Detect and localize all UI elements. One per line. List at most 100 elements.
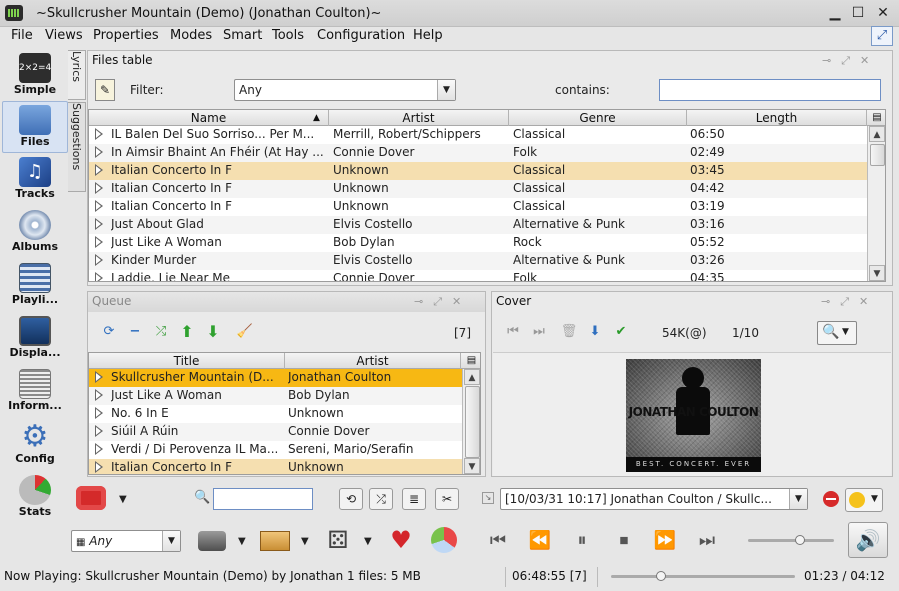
close-icon[interactable]: ✕ bbox=[859, 295, 878, 308]
repeat-button[interactable]: ⟲ bbox=[339, 488, 363, 510]
catalog-button[interactable] bbox=[258, 525, 292, 555]
minimize-button[interactable]: ▁ bbox=[826, 4, 844, 22]
menu-configuration[interactable]: Configuration bbox=[317, 28, 405, 43]
shuffle-button[interactable]: ⤮ bbox=[369, 488, 393, 510]
cover-save-button[interactable]: ⬇ bbox=[584, 322, 606, 342]
cover-next-button[interactable]: ⏭ bbox=[528, 322, 550, 342]
player-button[interactable] bbox=[195, 525, 229, 555]
pin-icon[interactable]: ⊸ bbox=[414, 295, 433, 308]
sidebar-item-information[interactable]: Inform... bbox=[2, 366, 68, 418]
queue-row[interactable]: No. 6 In E Unknown bbox=[89, 405, 462, 423]
menu-modes[interactable]: Modes bbox=[170, 28, 212, 43]
column-header-title[interactable]: Title bbox=[89, 353, 285, 369]
stats-button[interactable] bbox=[427, 525, 461, 555]
queue-move-up-button[interactable]: ⬆ bbox=[176, 322, 198, 342]
queue-scrollbar[interactable]: ▲ ▼ bbox=[462, 369, 480, 474]
close-icon[interactable]: ✕ bbox=[452, 295, 471, 308]
sidebar-item-playlists[interactable]: Playli... bbox=[2, 260, 68, 312]
column-chooser-button[interactable]: ▤ bbox=[867, 110, 885, 126]
queue-row[interactable]: Just Like A Woman Bob Dylan bbox=[89, 387, 462, 405]
catalog-dropdown[interactable]: ▼ bbox=[301, 536, 309, 547]
cover-previous-button[interactable]: ⏮ bbox=[502, 322, 524, 342]
scroll-up-button[interactable]: ▲ bbox=[464, 369, 480, 385]
mood-button[interactable]: ▼ bbox=[845, 488, 883, 512]
seek-handle[interactable] bbox=[655, 571, 666, 581]
volume-button[interactable]: 🔊 bbox=[848, 522, 888, 558]
queue-row[interactable]: Skullcrusher Mountain (D... Jonathan Coul… bbox=[89, 369, 462, 387]
previous-track-button[interactable]: ⏮ bbox=[483, 527, 513, 555]
menu-views[interactable]: Views bbox=[45, 28, 83, 43]
scroll-thumb[interactable] bbox=[465, 386, 480, 458]
close-icon[interactable]: ✕ bbox=[860, 54, 879, 67]
menu-help[interactable]: Help bbox=[413, 28, 443, 43]
dj-button[interactable]: ⚄ bbox=[321, 525, 355, 555]
float-icon[interactable]: ⤢ bbox=[433, 295, 452, 308]
pin-icon[interactable]: ⊸ bbox=[822, 54, 841, 67]
cover-accept-button[interactable]: ✔ bbox=[610, 322, 632, 342]
column-header-artist[interactable]: Artist bbox=[285, 353, 461, 369]
sidebar-item-stats[interactable]: Stats bbox=[2, 472, 68, 524]
tab-suggestions[interactable]: Suggestions bbox=[68, 102, 86, 192]
table-row[interactable]: Just About Glad Elvis Costello Alternative… bbox=[89, 216, 867, 234]
menu-smart[interactable]: Smart bbox=[223, 28, 262, 43]
sidebar-item-config[interactable]: ⚙ Config bbox=[2, 419, 68, 471]
float-icon[interactable]: ⤢ bbox=[840, 295, 859, 308]
queue-clear-button[interactable]: 🧹 bbox=[234, 322, 256, 342]
scroll-up-button[interactable]: ▲ bbox=[869, 126, 885, 142]
pause-button[interactable]: ⏸ bbox=[567, 527, 597, 555]
player-dropdown[interactable]: ▼ bbox=[238, 536, 246, 547]
volume-slider[interactable] bbox=[748, 535, 834, 545]
cover-search-button[interactable]: 🔍 ▼ bbox=[817, 321, 857, 345]
float-icon[interactable]: ⤢ bbox=[841, 54, 860, 67]
sidebar-item-albums[interactable]: Albums bbox=[2, 207, 68, 259]
bookmarks-button[interactable]: ♥ bbox=[384, 525, 418, 555]
sidebar-item-simple[interactable]: 2×2=4 Simple bbox=[2, 50, 68, 102]
files-scrollbar[interactable]: ▲ ▼ bbox=[867, 126, 885, 281]
webradio-dropdown[interactable]: ▼ bbox=[119, 494, 127, 505]
rewind-button[interactable]: ⏪ bbox=[525, 527, 555, 555]
table-row[interactable]: Kinder Murder Elvis Costello Alternative &… bbox=[89, 252, 867, 270]
table-row[interactable]: IL Balen Del Suo Sorriso... Per M... Merr… bbox=[89, 126, 867, 144]
fast-forward-button[interactable]: ⏩ bbox=[650, 527, 680, 555]
table-row[interactable]: Italian Concerto In F Unknown Classical 03:… bbox=[89, 198, 867, 216]
column-header-length[interactable]: Length bbox=[687, 110, 867, 126]
column-header-name[interactable]: Name ▲ bbox=[89, 110, 329, 126]
maximize-button[interactable]: ☐ bbox=[849, 4, 867, 22]
queue-refresh-button[interactable]: ⟳ bbox=[98, 322, 120, 342]
queue-remove-button[interactable]: − bbox=[124, 322, 146, 342]
seek-slider[interactable] bbox=[611, 571, 795, 581]
ambience-select[interactable]: ▦ Any ▼ bbox=[71, 530, 181, 552]
menu-tools[interactable]: Tools bbox=[272, 28, 304, 43]
queue-row[interactable]: Siúil A Rúin Connie Dover bbox=[89, 423, 462, 441]
table-row[interactable]: Italian Concerto In F Unknown Classical 04:… bbox=[89, 180, 867, 198]
next-track-button[interactable]: ⏭ bbox=[692, 527, 722, 555]
scroll-down-button[interactable]: ▼ bbox=[464, 458, 480, 474]
queue-row[interactable]: Italian Concerto In F Unknown bbox=[89, 459, 462, 474]
intro-button[interactable]: ✂ bbox=[435, 488, 459, 510]
tab-lyrics[interactable]: Lyrics bbox=[68, 50, 86, 100]
table-row[interactable]: Laddie, Lie Near Me Connie Dover Folk 04:35 bbox=[89, 270, 867, 281]
stop-after-button[interactable] bbox=[823, 491, 839, 507]
sidebar-item-tracks[interactable]: ♫ Tracks bbox=[2, 154, 68, 206]
stop-button[interactable]: ⏹ bbox=[609, 527, 639, 555]
cover-delete-button[interactable]: 🗑 bbox=[558, 322, 580, 342]
close-button[interactable]: ✕ bbox=[874, 4, 892, 22]
menu-file[interactable]: File bbox=[11, 28, 33, 43]
volume-handle[interactable] bbox=[794, 535, 805, 545]
column-header-artist[interactable]: Artist bbox=[329, 110, 509, 126]
fullscreen-button[interactable]: ⤢ bbox=[871, 26, 893, 46]
sidebar-item-display[interactable]: Displa... bbox=[2, 313, 68, 365]
filter-select[interactable]: Any ▼ bbox=[234, 79, 456, 101]
webradio-button[interactable] bbox=[74, 483, 108, 513]
table-row[interactable]: Italian Concerto In F Unknown Classical 03:… bbox=[89, 162, 867, 180]
dj-dropdown[interactable]: ▼ bbox=[364, 536, 372, 547]
queue-move-down-button[interactable]: ⬇ bbox=[202, 322, 224, 342]
menu-properties[interactable]: Properties bbox=[93, 28, 159, 43]
column-chooser-button[interactable]: ▤ bbox=[461, 353, 480, 369]
scroll-thumb[interactable] bbox=[870, 144, 885, 166]
queue-row[interactable]: Verdi / Di Perovenza IL Ma... Sereni, Mar… bbox=[89, 441, 462, 459]
continue-button[interactable]: ≣ bbox=[402, 488, 426, 510]
history-select[interactable]: [10/03/31 10:17] Jonathan Coulton / Skul… bbox=[500, 488, 808, 510]
sidebar-item-files[interactable]: Files bbox=[2, 101, 68, 153]
scroll-down-button[interactable]: ▼ bbox=[869, 265, 885, 281]
